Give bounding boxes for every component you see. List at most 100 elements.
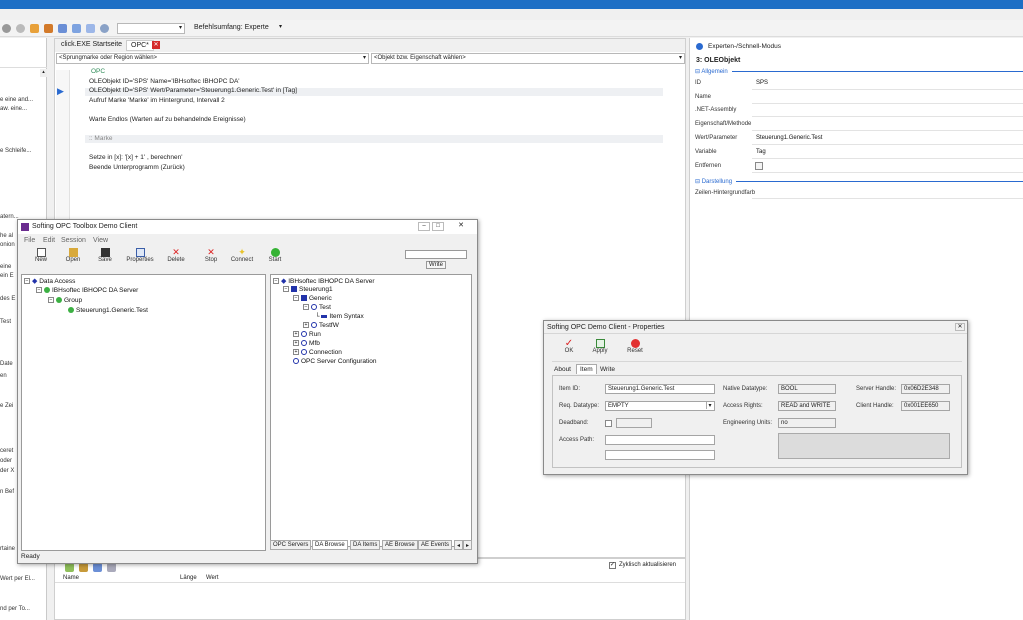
menu-session[interactable]: Session — [61, 237, 86, 244]
tab-opc[interactable]: OPC* — [126, 40, 154, 51]
step-icon[interactable] — [57, 24, 67, 33]
remove-checkbox[interactable] — [755, 162, 763, 170]
edit-icon[interactable] — [79, 563, 88, 572]
add-icon[interactable] — [65, 563, 74, 572]
tree-node-item[interactable]: Steuerung1.Generic.Test — [68, 307, 148, 314]
browse-node-generic[interactable]: − Generic — [293, 295, 332, 302]
code-line[interactable]: Aufruf Marke 'Marke' im Hintergrund, Int… — [89, 97, 225, 104]
column-value[interactable]: Wert — [206, 575, 219, 581]
menu-view[interactable]: View — [93, 237, 108, 244]
command-list-item[interactable]: Test — [0, 319, 11, 325]
command-list-item[interactable]: der X — [0, 468, 14, 474]
command-list-item[interactable]: he al — [0, 233, 13, 239]
req-datatype-select[interactable]: EMPTY ▾ — [605, 401, 715, 411]
scope-dropdown[interactable]: Befehlsumfang: Experte — [194, 24, 269, 31]
refresh-icon[interactable] — [93, 563, 102, 572]
command-list-item[interactable]: oder — [0, 458, 12, 464]
prop-row-value[interactable]: SPS — [756, 80, 768, 86]
code-line[interactable]: Warte Endlos (Warten auf zu behandelnde … — [89, 116, 246, 123]
command-list-item[interactable]: ceret — [0, 448, 13, 454]
tab-da-browse[interactable]: DA Browse — [312, 540, 348, 550]
command-list-item[interactable]: Date — [0, 361, 13, 367]
code-line[interactable]: OLEObjekt ID='SPS' Wert/Parameter='Steue… — [89, 87, 297, 94]
reset-button[interactable]: Reset — [620, 339, 650, 354]
connect-button[interactable]: ✦ Connect — [226, 248, 258, 264]
write-button[interactable]: Write — [426, 261, 446, 269]
cyclic-refresh-checkbox[interactable]: ✓ — [609, 562, 616, 569]
access-path-field-2[interactable] — [605, 450, 715, 460]
browse-node-run[interactable]: + Run — [293, 331, 321, 338]
code-line[interactable]: Beende Unterprogramm (Zurück) — [89, 164, 185, 171]
ok-button[interactable]: ✓ OK — [554, 339, 584, 355]
tab-startpage[interactable]: click.EXE Startseite — [57, 40, 126, 51]
stop-button[interactable]: ✕ Stop — [196, 248, 226, 264]
browse-node-test[interactable]: − Test — [303, 304, 331, 311]
command-list-item[interactable]: onion — [0, 242, 15, 248]
close-icon[interactable]: ✕ — [955, 323, 965, 331]
maximize-icon[interactable]: □ — [432, 222, 444, 231]
browse-node-configuration[interactable]: OPC Server Configuration — [293, 358, 377, 365]
command-list-item[interactable]: e Zei — [0, 403, 13, 409]
tab-about[interactable]: About — [554, 366, 571, 373]
browse-node-server[interactable]: − ◆ IBHsoftec IBHOPC DA Server — [273, 277, 375, 285]
command-list-item[interactable]: rtaine — [0, 546, 15, 552]
section-display[interactable]: ⊟ Darstellung — [695, 178, 732, 185]
tree-node-data-access[interactable]: − ◆ Data Access — [24, 277, 75, 285]
section-general[interactable]: ⊟ Allgemein — [695, 68, 728, 75]
debug-icon[interactable] — [43, 24, 53, 33]
tab-scroll-left-icon[interactable]: ◂ — [454, 540, 463, 550]
write-value-input[interactable] — [405, 250, 467, 259]
command-list-item[interactable]: en — [0, 373, 7, 379]
search-icon[interactable] — [99, 24, 109, 33]
tab-item[interactable]: Item — [576, 364, 597, 374]
close-icon[interactable]: ✕ — [450, 222, 472, 231]
open-button[interactable]: Open — [58, 248, 88, 263]
deadband-checkbox[interactable] — [605, 420, 612, 427]
properties-button[interactable]: Properties — [122, 248, 158, 263]
delete-button[interactable]: ✕ Delete — [161, 248, 191, 264]
tab-da-items[interactable]: DA Items — [350, 540, 381, 550]
step-over-icon[interactable] — [71, 24, 81, 33]
close-icon[interactable]: ✕ — [152, 41, 160, 49]
column-length[interactable]: Länge — [180, 575, 197, 581]
mode-title[interactable]: Experten-/Schnell-Modus — [708, 43, 781, 50]
search-icon[interactable] — [107, 563, 116, 572]
tab-scroll-right-icon[interactable]: ▸ — [463, 540, 472, 550]
tree-node-group[interactable]: − Group — [48, 297, 82, 304]
menu-file[interactable]: File — [24, 237, 35, 244]
command-list-item[interactable]: atern... — [0, 214, 19, 220]
tab-ae-events[interactable]: AE Events — [418, 540, 453, 550]
step-out-icon[interactable] — [85, 24, 95, 33]
run-icon[interactable] — [29, 24, 39, 33]
code-line[interactable]: OPC — [91, 68, 105, 75]
command-list-item[interactable]: n Bef — [0, 489, 14, 495]
browse-node-testfw[interactable]: + TestfW — [303, 322, 339, 329]
minimize-icon[interactable]: – — [418, 222, 430, 231]
save-button[interactable]: Save — [90, 248, 120, 263]
command-list-item[interactable]: aw. eine... — [0, 106, 27, 112]
browse-node-steuerung[interactable]: − Steuerung1 — [283, 286, 333, 293]
command-list-item[interactable]: Wert per El... — [0, 576, 35, 582]
tree-node-server[interactable]: − IBHsoftec IBHOPC DA Server — [36, 287, 138, 294]
browse-node-mfb[interactable]: + Mfb — [293, 340, 320, 347]
command-list-item[interactable]: des E — [0, 296, 15, 302]
code-line[interactable]: OLEObjekt ID='SPS' Name='IBHsoftec IBHOP… — [89, 78, 240, 85]
prop-row-value[interactable]: Tag — [756, 149, 766, 155]
prop-row-value[interactable]: Steuerung1.Generic.Test — [756, 135, 822, 141]
access-path-field[interactable] — [605, 435, 715, 445]
code-line[interactable]: Setze in [x]: '[x] + 1' , berechnen' — [89, 154, 183, 161]
back-icon[interactable] — [2, 24, 11, 33]
command-list-item[interactable]: ein E — [0, 273, 14, 279]
browse-node-item-syntax[interactable]: └ Item Syntax — [315, 313, 364, 320]
command-list-item[interactable]: e eine and... — [0, 97, 33, 103]
search-combo[interactable]: ▾ — [117, 23, 185, 34]
deadband-field[interactable] — [616, 418, 652, 428]
command-list-item[interactable]: eine — [0, 264, 11, 270]
object-select[interactable]: <Objekt bzw. Eigenschaft wählen> ▾ — [371, 53, 685, 64]
tab-ae-browse[interactable]: AE Browse — [382, 540, 418, 550]
scroll-up-icon[interactable]: ▴ — [40, 69, 47, 77]
jump-mark-select[interactable]: <Sprungmarke oder Region wählen> ▾ — [56, 53, 369, 64]
command-list-item[interactable]: nd per To... — [0, 606, 30, 612]
menu-edit[interactable]: Edit — [43, 237, 55, 244]
browse-node-connection[interactable]: + Connection — [293, 349, 342, 356]
